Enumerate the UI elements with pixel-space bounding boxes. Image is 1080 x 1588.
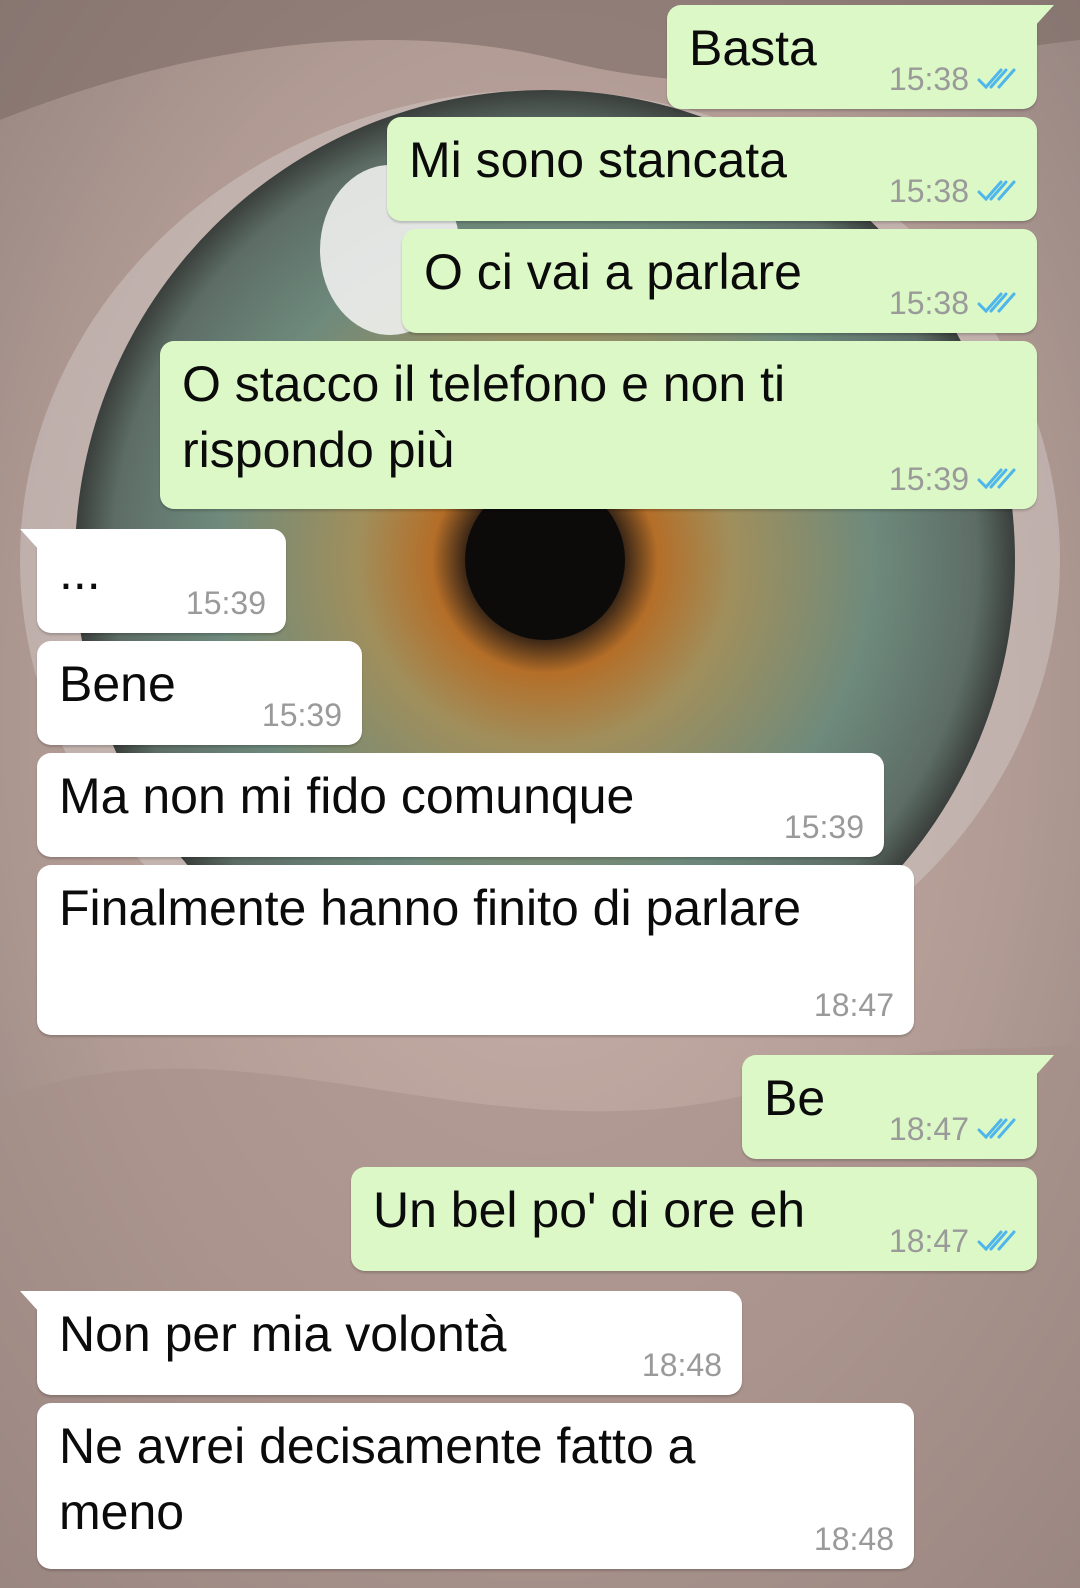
message-timestamp: 15:38: [888, 285, 969, 321]
bubble-tail: [20, 529, 40, 551]
outgoing-message-bubble[interactable]: Mi sono stancata 15:38: [387, 117, 1037, 221]
message-timestamp: 15:39: [888, 461, 969, 497]
read-double-check-icon: [977, 468, 1016, 490]
message-meta: 18:47: [889, 1223, 1017, 1259]
message-timestamp: 15:39: [261, 697, 342, 733]
incoming-message-bubble[interactable]: Finalmente hanno finito di parlare 18:47: [37, 865, 914, 1035]
message-timestamp: 18:47: [813, 987, 894, 1023]
message-timestamp: 18:48: [641, 1347, 722, 1383]
read-double-check-icon: [977, 68, 1016, 90]
message-timestamp: 15:39: [783, 809, 864, 845]
read-double-check-icon: [977, 1230, 1016, 1252]
message-text: O ci vai a parlare: [424, 244, 802, 300]
outgoing-message-bubble[interactable]: O stacco il telefono e non ti rispondo p…: [160, 341, 1037, 509]
message-meta: 15:38: [889, 61, 1017, 97]
message-meta: 15:38: [889, 285, 1017, 321]
bubble-tail: [1034, 1055, 1054, 1077]
message-text: Mi sono stancata: [409, 132, 787, 188]
bubble-tail: [1034, 5, 1054, 27]
bubble-tail: [20, 1291, 40, 1313]
incoming-message-bubble[interactable]: Bene 15:39: [37, 641, 362, 745]
outgoing-message-bubble[interactable]: O ci vai a parlare 15:38: [402, 229, 1037, 333]
incoming-message-bubble[interactable]: Non per mia volontà 18:48: [20, 1291, 742, 1395]
message-timestamp: 15:38: [888, 173, 969, 209]
incoming-message-bubble[interactable]: Ne avrei decisamente fatto a meno 18:48: [37, 1403, 914, 1569]
read-double-check-icon: [977, 1118, 1016, 1140]
message-timestamp: 18:47: [888, 1223, 969, 1259]
message-text: Basta: [689, 20, 817, 76]
message-meta: 18:48: [814, 1521, 894, 1557]
message-list[interactable]: Basta 15:38 Mi sono stancata 15:38 O ci vai …: [0, 0, 1080, 1588]
read-double-check-icon: [977, 180, 1016, 202]
message-text: ...: [59, 544, 101, 600]
message-timestamp: 18:48: [813, 1521, 894, 1557]
outgoing-message-bubble[interactable]: Un bel po' di ore eh 18:47: [351, 1167, 1037, 1271]
message-text: Un bel po' di ore eh: [373, 1182, 806, 1238]
message-meta: 18:47: [814, 987, 894, 1023]
message-meta: 15:39: [784, 809, 864, 845]
message-timestamp: 15:38: [888, 61, 969, 97]
message-timestamp: 15:39: [185, 585, 266, 621]
message-meta: 18:48: [642, 1347, 722, 1383]
message-meta: 15:39: [889, 461, 1017, 497]
message-text: O stacco il telefono e non ti rispondo p…: [182, 356, 786, 478]
message-text: Be: [764, 1070, 826, 1126]
message-text: Bene: [59, 656, 176, 712]
message-meta: 15:38: [889, 173, 1017, 209]
message-meta: 15:39: [262, 697, 342, 733]
incoming-message-bubble[interactable]: ... 15:39: [20, 529, 286, 633]
message-text: Ma non mi fido comunque: [59, 768, 635, 824]
message-text: Ne avrei decisamente fatto a meno: [59, 1418, 696, 1540]
incoming-message-bubble[interactable]: Ma non mi fido comunque 15:39: [37, 753, 884, 857]
outgoing-message-bubble[interactable]: Basta 15:38: [667, 5, 1054, 109]
message-meta: 15:39: [186, 585, 266, 621]
message-text: Finalmente hanno finito di parlare: [59, 880, 802, 936]
message-meta: 18:47: [889, 1111, 1017, 1147]
outgoing-message-bubble[interactable]: Be 18:47: [742, 1055, 1054, 1159]
read-double-check-icon: [977, 292, 1016, 314]
message-text: Non per mia volontà: [59, 1306, 507, 1362]
message-timestamp: 18:47: [888, 1111, 969, 1147]
